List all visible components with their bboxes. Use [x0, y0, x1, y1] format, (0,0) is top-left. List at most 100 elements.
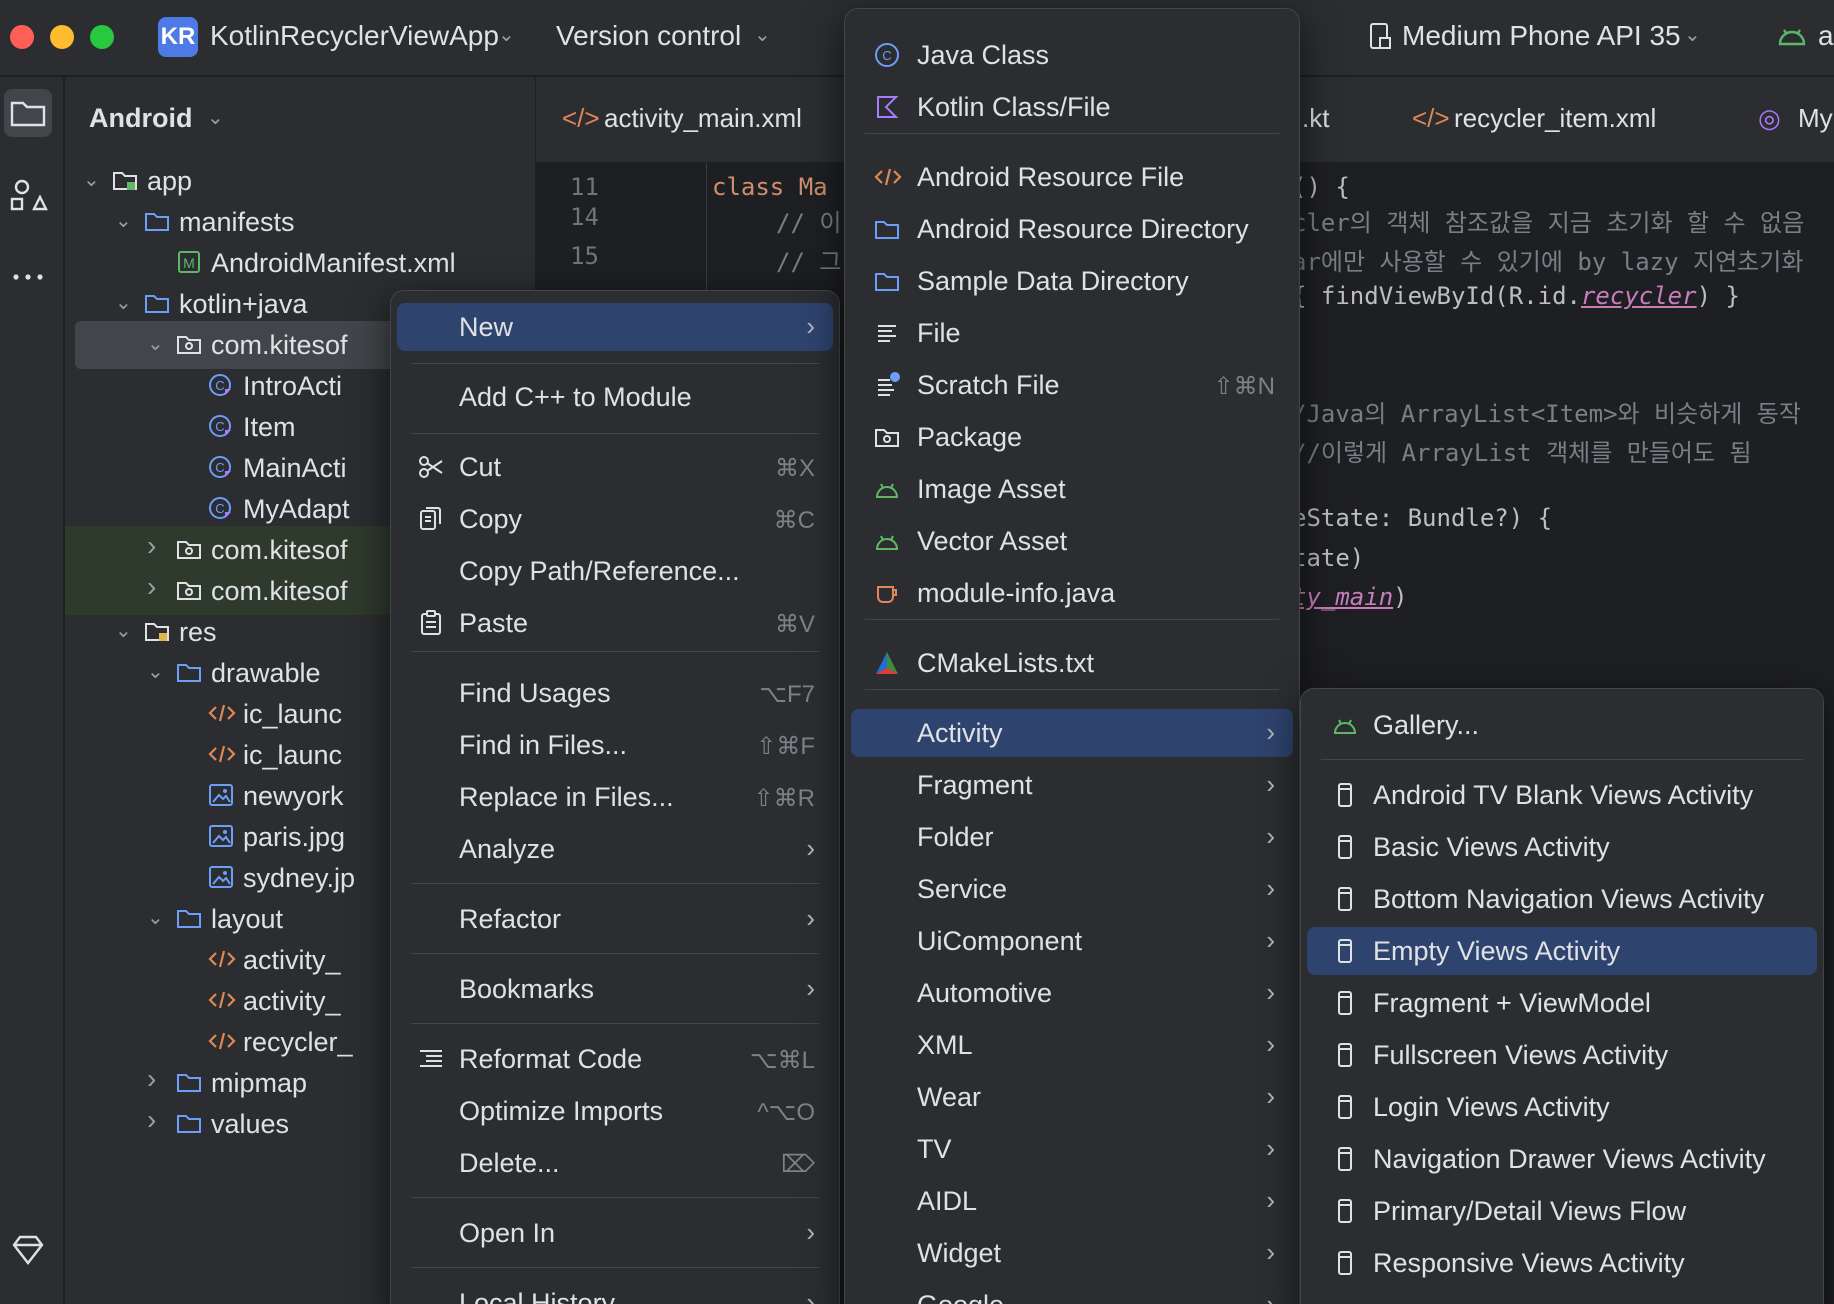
menu-item-service[interactable]: Service › — [851, 865, 1293, 913]
menu-separator — [411, 883, 819, 884]
tab-recycler-item-xml[interactable]: recycler_item.xml — [1454, 103, 1656, 134]
menu-item-new[interactable]: New › — [397, 303, 833, 351]
project-badge[interactable]: KR — [158, 17, 198, 57]
gem-tool-button[interactable] — [4, 1227, 52, 1275]
menu-item-analyze[interactable]: Analyze › — [397, 825, 833, 873]
chevron-down-icon[interactable]: ⌄ — [207, 105, 224, 130]
menu-item-refactor[interactable]: Refactor › — [397, 895, 833, 943]
menu-item-automotive[interactable]: Automotive › — [851, 969, 1293, 1017]
menu-item-widget[interactable]: Widget › — [851, 1229, 1293, 1277]
menu-item-primary-detail-views-flow[interactable]: Primary/Detail Views Flow — [1307, 1187, 1817, 1235]
menu-item-image-asset[interactable]: Image Asset — [851, 465, 1293, 513]
tab-kotlin-file[interactable]: .kt — [1302, 103, 1329, 134]
menu-item-label: Delete... — [459, 1148, 560, 1178]
tab-my-adapter[interactable]: My — [1798, 103, 1833, 134]
chevron-down-icon[interactable]: ⌄ — [115, 290, 132, 315]
menu-item-find-usages[interactable]: Find Usages ⌥F7 — [397, 669, 833, 717]
menu-item-label: Bottom Navigation Views Activity — [1373, 884, 1765, 914]
menu-item-google[interactable]: Google › — [851, 1281, 1293, 1304]
chevron-down-icon[interactable]: ⌄ — [147, 331, 164, 356]
menu-item-open-in[interactable]: Open In › — [397, 1209, 833, 1257]
menu-item-scratch-file[interactable]: Scratch File ⇧⌘N — [851, 361, 1293, 409]
code-line-tail: ar에만 사용할 수 있기에 by lazy 지연초기화 — [1292, 242, 1803, 277]
menu-item-optimize-imports[interactable]: Optimize Imports ^⌥O — [397, 1087, 833, 1135]
close-window-button[interactable] — [10, 25, 34, 49]
menu-item-cut[interactable]: Cut ⌘X — [397, 443, 833, 491]
menu-item-login-views-activity[interactable]: Login Views Activity — [1307, 1083, 1817, 1131]
menu-item-empty-views-activity[interactable]: Empty Views Activity — [1307, 927, 1817, 975]
menu-item-android-resource-directory[interactable]: Android Resource Directory — [851, 205, 1293, 253]
chevron-down-icon[interactable]: ⌄ — [754, 22, 771, 47]
tree-item-label: MainActi — [243, 453, 347, 483]
menu-item-responsive-views-activity[interactable]: Responsive Views Activity — [1307, 1239, 1817, 1287]
code-reference[interactable]: recycler — [1581, 282, 1697, 310]
menu-item-xml[interactable]: XML › — [851, 1021, 1293, 1069]
chevron-down-icon[interactable]: ⌄ — [1684, 22, 1701, 47]
menu-item-android-resource-file[interactable]: Android Resource File — [851, 153, 1293, 201]
code-reference[interactable]: ty_main — [1292, 583, 1393, 611]
zoom-window-button[interactable] — [90, 25, 114, 49]
menu-item-copy-path-reference[interactable]: Copy Path/Reference... — [397, 547, 833, 595]
menu-item-replace-in-files[interactable]: Replace in Files... ⇧⌘R — [397, 773, 833, 821]
menu-item-fragment-viewmodel[interactable]: Fragment + ViewModel — [1307, 979, 1817, 1027]
device-selector[interactable]: Medium Phone API 35 — [1402, 20, 1681, 52]
menu-item-basic-views-activity[interactable]: Basic Views Activity — [1307, 823, 1817, 871]
menu-item-android-tv-blank-views-activity[interactable]: Android TV Blank Views Activity — [1307, 771, 1817, 819]
menu-item-gallery[interactable]: Gallery... — [1307, 701, 1817, 749]
tab-activity-main-xml[interactable]: activity_main.xml — [604, 103, 802, 134]
menu-item-add-c-to-module[interactable]: Add C++ to Module — [397, 373, 833, 421]
project-name[interactable]: KotlinRecyclerViewApp — [210, 20, 499, 52]
menu-item-fullscreen-views-activity[interactable]: Fullscreen Views Activity — [1307, 1031, 1817, 1079]
chevron-right-icon[interactable]: › — [147, 530, 156, 562]
menu-item-bookmarks[interactable]: Bookmarks › — [397, 965, 833, 1013]
menu-item-sample-data-directory[interactable]: Sample Data Directory — [851, 257, 1293, 305]
chevron-down-icon[interactable]: ⌄ — [147, 905, 164, 930]
chevron-down-icon[interactable]: ⌄ — [83, 167, 100, 192]
project-tool-button[interactable] — [4, 89, 52, 137]
menu-item-file[interactable]: File — [851, 309, 1293, 357]
menu-item-label: Copy — [459, 504, 523, 534]
paste-icon — [417, 609, 445, 637]
menu-item-aidl[interactable]: AIDL › — [851, 1177, 1293, 1225]
menu-item-vector-asset[interactable]: Vector Asset — [851, 517, 1293, 565]
menu-item-wear[interactable]: Wear › — [851, 1073, 1293, 1121]
chevron-down-icon[interactable]: ⌄ — [498, 22, 515, 47]
menu-item-reformat-code[interactable]: Reformat Code ⌥⌘L — [397, 1035, 833, 1083]
menu-item-bottom-navigation-views-activity[interactable]: Bottom Navigation Views Activity — [1307, 875, 1817, 923]
menu-item-module-info-java[interactable]: module-info.java — [851, 569, 1293, 617]
menu-item-activity[interactable]: Activity › — [851, 709, 1293, 757]
menu-item-copy[interactable]: Copy ⌘C — [397, 495, 833, 543]
more-tools-button[interactable] — [4, 253, 52, 301]
resource-manager-button[interactable] — [4, 171, 52, 219]
menu-item-fragment[interactable]: Fragment › — [851, 761, 1293, 809]
chevron-right-icon[interactable]: › — [147, 1104, 156, 1136]
menu-item-uicomponent[interactable]: UiComponent › — [851, 917, 1293, 965]
scratch-file-icon — [873, 371, 901, 399]
project-view-selector[interactable]: Android — [89, 103, 192, 134]
menu-item-navigation-drawer-views-activity[interactable]: Navigation Drawer Views Activity — [1307, 1135, 1817, 1183]
chevron-right-icon[interactable]: › — [147, 571, 156, 603]
chevron-right-icon[interactable]: › — [147, 1063, 156, 1095]
chevron-right-icon: › — [1266, 1185, 1275, 1215]
menu-item-folder[interactable]: Folder › — [851, 813, 1293, 861]
chevron-down-icon[interactable]: ⌄ — [147, 659, 164, 684]
run-config-label[interactable]: a — [1818, 20, 1834, 52]
reformat-icon — [417, 1045, 445, 1073]
menu-item-cmakelists-txt[interactable]: CMakeLists.txt — [851, 639, 1293, 687]
menu-item-local-history[interactable]: Local History › — [397, 1279, 833, 1304]
chevron-down-icon[interactable]: ⌄ — [115, 208, 132, 233]
version-control-menu[interactable]: Version control — [556, 20, 741, 52]
minimize-window-button[interactable] — [50, 25, 74, 49]
chevron-down-icon[interactable]: ⌄ — [115, 618, 132, 643]
android-run-config-icon[interactable] — [1776, 24, 1808, 48]
menu-item-kotlin-class-file[interactable]: Kotlin Class/File — [851, 83, 1293, 131]
menu-item-delete[interactable]: Delete... ⌦ — [397, 1139, 833, 1187]
context-menu: New › Add C++ to Module Cut ⌘X Copy ⌘C Copy Pat… — [390, 290, 840, 1304]
menu-item-java-class[interactable]: C Java Class — [851, 31, 1293, 79]
menu-item-tv[interactable]: TV › — [851, 1125, 1293, 1173]
menu-item-find-in-files[interactable]: Find in Files... ⇧⌘F — [397, 721, 833, 769]
menu-item-package[interactable]: Package — [851, 413, 1293, 461]
xml-icon — [207, 1027, 236, 1055]
menu-item-paste[interactable]: Paste ⌘V — [397, 599, 833, 647]
menu-item-label: UiComponent — [917, 926, 1083, 956]
